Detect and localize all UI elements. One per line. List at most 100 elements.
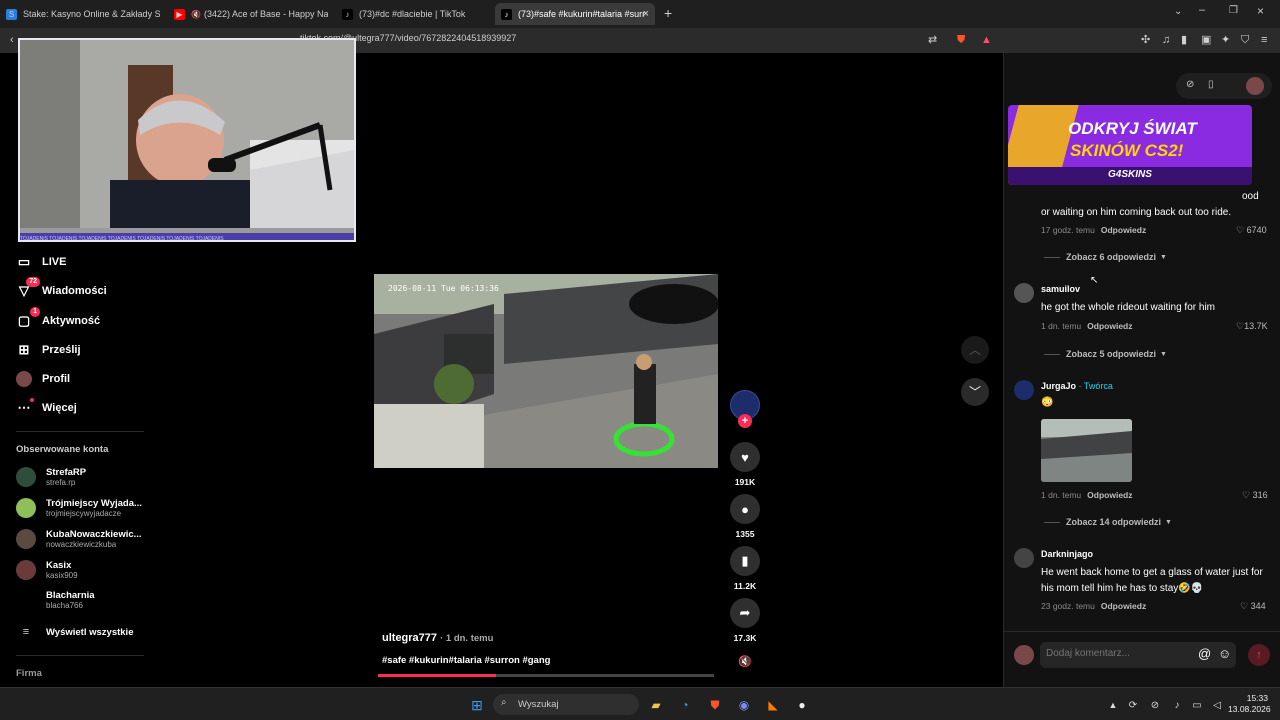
avatar[interactable] bbox=[1014, 380, 1034, 400]
comment-like[interactable]: ♡ 344 bbox=[1240, 601, 1266, 612]
comment-input[interactable] bbox=[1046, 648, 1186, 659]
edge-icon[interactable]: ◔ bbox=[676, 696, 694, 714]
author-avatar-button[interactable]: + bbox=[730, 390, 760, 428]
share-button[interactable]: ➦ 17.3K bbox=[730, 598, 760, 643]
sidebar-item-upload[interactable]: ⊞ Prześlij bbox=[16, 342, 81, 358]
app-icon[interactable]: ● bbox=[793, 696, 811, 714]
show-all-button[interactable]: ≡ Wyświetl wszystkie bbox=[16, 626, 134, 638]
music-icon[interactable]: ♫ bbox=[1162, 34, 1170, 46]
video-caption[interactable]: #safe #kukurin#talaria #surron #gang bbox=[382, 655, 550, 666]
video-player[interactable]: 2026-08-11 Tue 06:13:36 bbox=[374, 274, 718, 468]
discord-icon[interactable]: ◉ bbox=[735, 696, 753, 714]
following-account[interactable]: Trójmiejscy Wyjada... trojmiejscywyjadacz… bbox=[16, 498, 142, 518]
back-icon[interactable]: ‹ bbox=[10, 34, 14, 46]
emoji-icon[interactable]: ☺ bbox=[1218, 646, 1231, 661]
brave-shield-icon[interactable]: ⛊ bbox=[957, 34, 965, 46]
menu-icon[interactable]: ≡ bbox=[1261, 34, 1267, 46]
sidebar-item-live[interactable]: ▭ LIVE bbox=[16, 254, 67, 270]
avatar bbox=[1014, 645, 1034, 665]
follow-plus-icon[interactable]: + bbox=[738, 414, 752, 428]
new-tab-icon[interactable]: + bbox=[664, 5, 672, 21]
browser-tab-youtube[interactable]: ▶ 🔇 (3422) Ace of Base - Happy Natio bbox=[168, 3, 328, 25]
comment-like[interactable]: ♡ 316 bbox=[1242, 490, 1268, 501]
video-progress-bar[interactable] bbox=[378, 674, 714, 677]
display-icon[interactable]: ▭ bbox=[1188, 696, 1206, 714]
following-account[interactable]: Kasix kasix909 bbox=[16, 560, 78, 580]
volume-icon[interactable]: ◁ bbox=[1208, 696, 1226, 714]
translate-icon[interactable]: ⇄ bbox=[928, 34, 937, 46]
following-account[interactable]: Blacharnia blacha766 bbox=[16, 590, 95, 610]
view-replies-button[interactable]: Zobacz 6 odpowiedzi ▼ bbox=[1044, 252, 1167, 262]
sidebar-item-more[interactable]: ⋯ Więcej bbox=[16, 398, 77, 416]
comment-user-line: JurgaJo · Twórca bbox=[1041, 381, 1113, 391]
save-button[interactable]: ▮ 11.2K bbox=[730, 546, 760, 591]
chevron-down-icon: ▼ bbox=[1165, 518, 1172, 526]
comment-button[interactable]: ● 1355 bbox=[730, 494, 760, 539]
sidebar-item-profile[interactable]: Profil bbox=[16, 371, 70, 387]
reply-button[interactable]: Odpowiedz bbox=[1101, 601, 1146, 611]
mute-video-icon[interactable]: 🔇 bbox=[738, 655, 752, 668]
close-tab-icon[interactable]: × bbox=[643, 8, 649, 20]
avatar[interactable] bbox=[1014, 548, 1034, 568]
browser-tab-tiktok-safe[interactable]: ♪ (73)#safe #kukurin#talaria #surr × bbox=[495, 3, 655, 25]
next-video-button[interactable]: ﹀ bbox=[961, 378, 989, 406]
microphone-icon[interactable]: ♪ bbox=[1168, 696, 1186, 714]
device-icon[interactable]: ▯ bbox=[1208, 79, 1214, 90]
comment-image-thumbnail[interactable] bbox=[1041, 419, 1132, 482]
extensions-icon[interactable]: ✣ bbox=[1141, 34, 1150, 46]
comment-like-count: 13.7K bbox=[1244, 321, 1268, 331]
browser-tab-tiktok-dc[interactable]: ♪ (73)#dc #dlaciebie | TikTok bbox=[336, 3, 491, 25]
footer-company-link[interactable]: Firma bbox=[16, 668, 42, 679]
close-window-icon[interactable]: × bbox=[1257, 4, 1264, 18]
view-replies-button[interactable]: Zobacz 5 odpowiedzi ▼ bbox=[1044, 349, 1167, 359]
taskbar-search[interactable]: ⌕ Wyszukaj bbox=[493, 694, 639, 715]
comment-like[interactable]: ♡ 6740 bbox=[1236, 225, 1267, 236]
view-replies-button[interactable]: Zobacz 14 odpowiedzi ▼ bbox=[1044, 517, 1172, 527]
following-account[interactable]: KubaNowaczkiewic... nowaczkiewiczkuba bbox=[16, 529, 142, 549]
video-author[interactable]: ultegra777 bbox=[382, 632, 437, 644]
browser-tab-stake[interactable]: S Stake: Kasyno Online & Zakłady Spo bbox=[0, 3, 160, 25]
comment-time: 23 godz. temu bbox=[1041, 601, 1095, 611]
avatar[interactable] bbox=[1014, 283, 1034, 303]
like-button[interactable]: ♥ 191K bbox=[730, 442, 760, 487]
leo-ai-icon[interactable]: ✦ bbox=[1221, 34, 1230, 46]
reply-button[interactable]: Odpowiedz bbox=[1101, 225, 1146, 235]
ad-banner[interactable]: ODKRYJ ŚWIAT SKINÓW CS2! G4SKINS bbox=[1008, 105, 1252, 185]
divider bbox=[1044, 521, 1060, 523]
network-off-icon[interactable]: ⊘ bbox=[1146, 696, 1164, 714]
start-windows-icon[interactable]: ⊞ bbox=[468, 696, 486, 714]
user-avatar[interactable] bbox=[1246, 77, 1264, 95]
sidebar-item-activity[interactable]: ▢ 1 Aktywność bbox=[16, 307, 100, 329]
chevron-up-icon[interactable]: ▲ bbox=[1104, 696, 1122, 714]
send-comment-button[interactable]: ↑ bbox=[1248, 644, 1270, 666]
previous-video-button[interactable]: ︿ bbox=[961, 336, 989, 364]
compass-icon[interactable]: ⊘ bbox=[1186, 79, 1194, 90]
following-account[interactable]: StrefaRP strefa.rp bbox=[16, 467, 86, 487]
comment-like[interactable]: ♡13.7K bbox=[1236, 321, 1268, 332]
tab-list-icon[interactable]: ⌄ bbox=[1174, 6, 1182, 17]
mention-icon[interactable]: @ bbox=[1198, 646, 1211, 661]
mute-icon[interactable]: 🔇 bbox=[191, 10, 201, 19]
comment-user[interactable]: samuilov bbox=[1041, 284, 1080, 294]
rewards-icon[interactable]: ▲ bbox=[981, 34, 992, 46]
vpn-icon[interactable]: ⛉ bbox=[1241, 34, 1249, 46]
comment-input-box[interactable]: @ ☺ bbox=[1040, 642, 1236, 668]
maximize-icon[interactable]: ❐ bbox=[1229, 5, 1238, 16]
sidebar-icon[interactable]: ▮ bbox=[1181, 34, 1187, 46]
taskbar-clock[interactable]: 15:33 13.08.2026 bbox=[1228, 693, 1271, 715]
view-replies-label: Zobacz 6 odpowiedzi bbox=[1066, 252, 1157, 262]
comment-user[interactable]: Darkninjago bbox=[1041, 549, 1093, 559]
brave-icon[interactable]: ⛊ bbox=[706, 696, 724, 714]
file-explorer-icon[interactable]: ▰ bbox=[647, 696, 665, 714]
minimize-icon[interactable]: – bbox=[1199, 4, 1205, 16]
reply-button[interactable]: Odpowiedz bbox=[1087, 321, 1132, 331]
account-name: Kasix bbox=[46, 560, 72, 571]
wallet-icon[interactable]: ▣ bbox=[1201, 34, 1211, 46]
reply-button[interactable]: Odpowiedz bbox=[1087, 490, 1132, 500]
share-icon: ➦ bbox=[730, 598, 760, 628]
sync-icon[interactable]: ⟳ bbox=[1124, 696, 1142, 714]
comment-user[interactable]: JurgaJo bbox=[1041, 381, 1076, 391]
sidebar-item-messages[interactable]: ▽ 72 Wiadomości bbox=[16, 277, 107, 299]
clock-time: 15:33 bbox=[1246, 693, 1268, 703]
obs-icon[interactable]: ◣ bbox=[764, 696, 782, 714]
